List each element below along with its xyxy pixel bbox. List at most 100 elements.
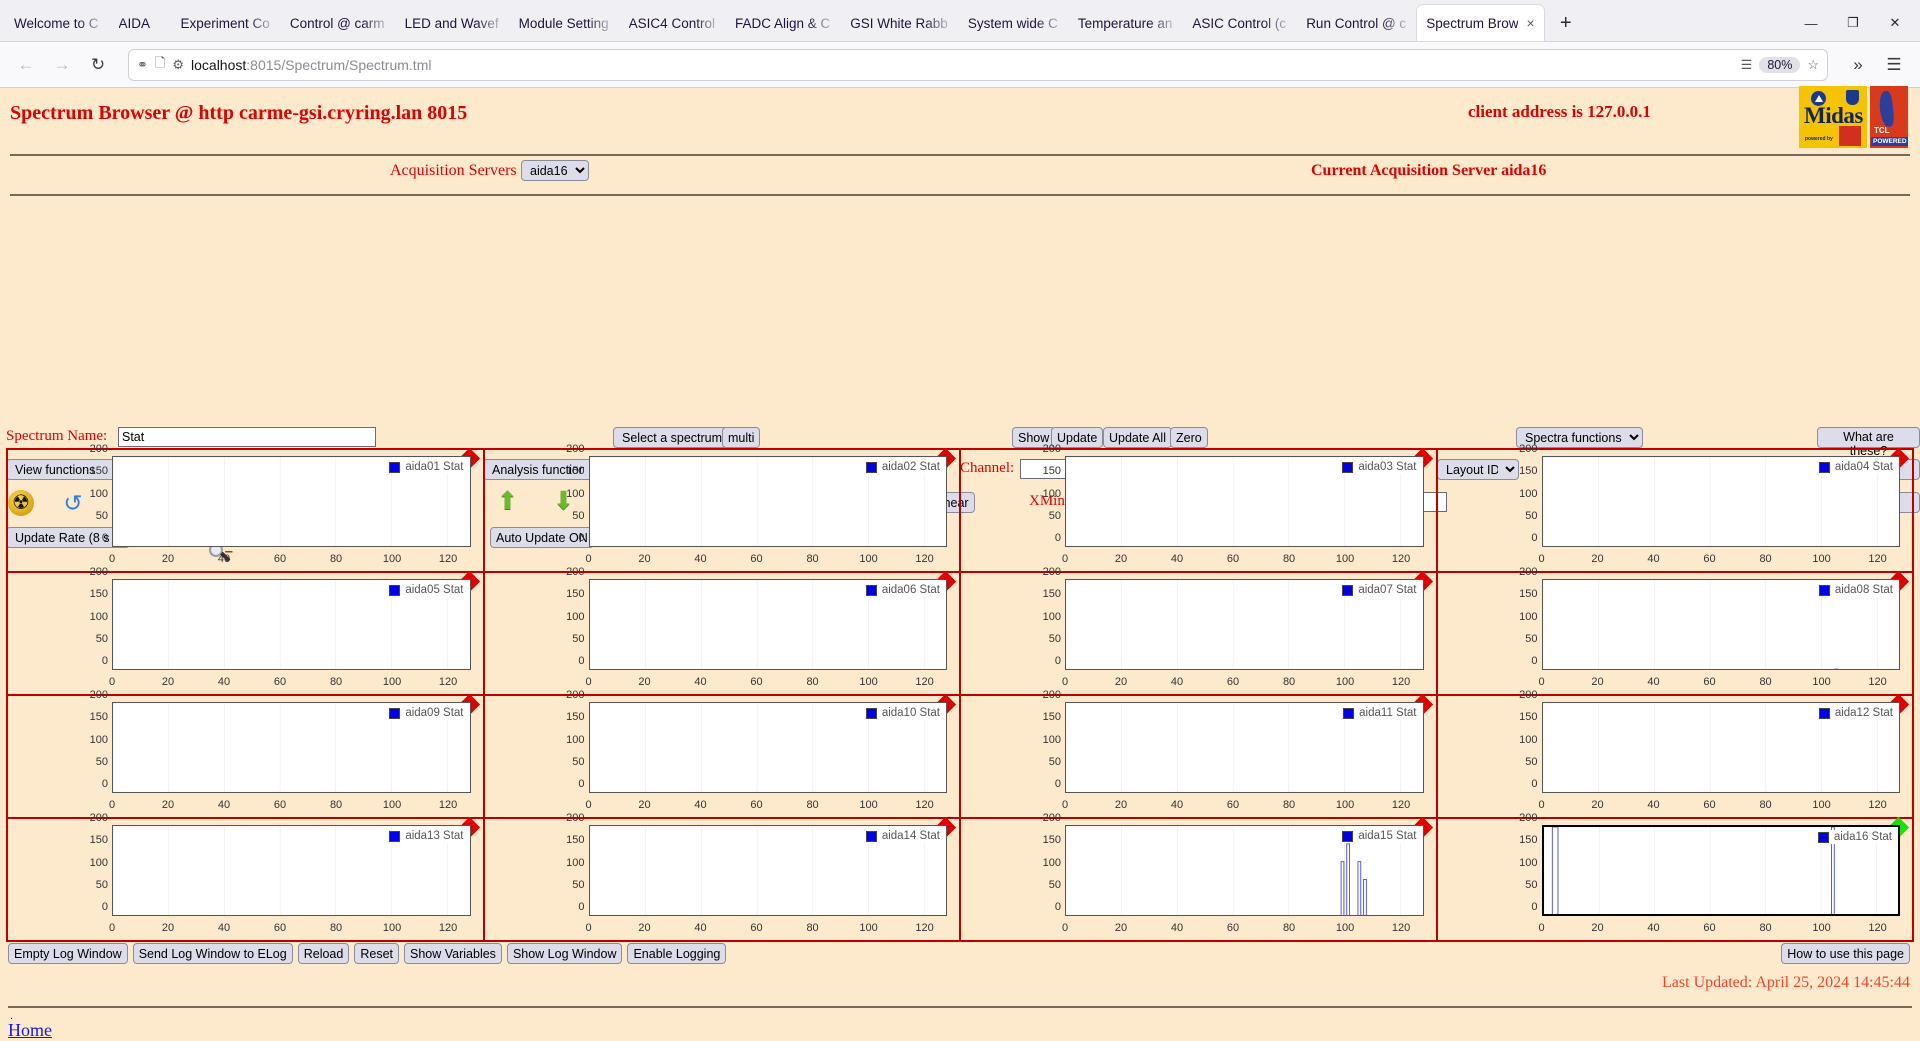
y-tick-label: 100	[566, 733, 585, 746]
legend-swatch	[1818, 461, 1830, 473]
spectrum-cell[interactable]: aida03 Stat 0 50 100 150 200 0 20 40 60 80 100 120	[961, 443, 1438, 571]
spectrum-cell[interactable]: aida14 Stat 0 50 100 150 200 0 20 40 60 80 100 120	[485, 812, 961, 940]
browser-tab[interactable]: LED and Wavef	[396, 5, 508, 41]
browser-tab[interactable]: Spectrum Brow ×	[1417, 5, 1544, 41]
reader-view-icon[interactable]: ☰	[1741, 57, 1753, 73]
plot-canvas[interactable]: aida09 Stat	[112, 702, 471, 793]
x-tick-label: 120	[438, 676, 458, 688]
zero-button[interactable]: Zero	[1170, 427, 1208, 448]
close-window-button[interactable]: ✕	[1874, 5, 1916, 41]
hamburger-menu-icon[interactable]: ☰	[1878, 49, 1910, 81]
plot-canvas[interactable]: aida16 Stat	[1541, 825, 1900, 916]
y-tick-label: 200	[89, 566, 108, 578]
spectrum-cell[interactable]: aida07 Stat 0 50 100 150 200 0 20 40 60 80 100 120	[961, 566, 1438, 694]
plot-canvas[interactable]: aida06 Stat	[588, 579, 947, 670]
spectrum-cell[interactable]: aida15 Stat 0 50 100 150 200 0 20 40 60 80 100 120	[961, 812, 1438, 940]
y-tick-label: 0	[578, 655, 585, 668]
spectrum-cell[interactable]: aida02 Stat 0 50 100 150 200 0 20 40 60 80 100 120	[485, 443, 961, 571]
y-tick-label: 200	[1519, 689, 1538, 701]
plot-canvas[interactable]: aida12 Stat	[1541, 702, 1900, 793]
x-tick-label: 80	[1759, 553, 1772, 565]
close-icon[interactable]: ×	[1518, 16, 1534, 30]
minimize-button[interactable]: —	[1790, 5, 1832, 41]
bookmark-star-icon[interactable]: ☆	[1807, 57, 1819, 73]
browser-tab[interactable]: Module Setting	[510, 5, 618, 41]
plot-canvas[interactable]: aida14 Stat	[588, 825, 947, 916]
spectrum-cell[interactable]: aida05 Stat 0 50 100 150 200 0 20 40 60 80 100 120	[8, 566, 485, 694]
y-tick-label: 0	[578, 532, 585, 545]
browser-tab[interactable]: ASIC Control (c	[1183, 5, 1295, 41]
x-tick-label: 40	[217, 676, 231, 688]
plot-canvas[interactable]: aida10 Stat	[588, 702, 947, 793]
y-tick-label: 0	[1054, 778, 1061, 791]
spectrum-cell[interactable]: aida10 Stat 0 50 100 150 200 0 20 40 60 80 100 120	[485, 689, 961, 817]
home-link[interactable]: Home	[8, 1020, 52, 1041]
plot-canvas[interactable]: aida05 Stat	[112, 579, 471, 670]
spectrum-name-input[interactable]	[118, 427, 376, 447]
new-tab-button[interactable]: +	[1551, 8, 1581, 38]
plot-canvas[interactable]: aida11 Stat	[1065, 702, 1424, 793]
shield-icon: ⚭	[137, 56, 148, 72]
y-tick-label: 150	[1042, 465, 1061, 478]
spectrum-cell[interactable]: aida13 Stat 0 50 100 150 200 0 20 40 60 80 100 120	[8, 812, 485, 940]
maximize-button[interactable]: ❐	[1832, 5, 1874, 41]
footer-button[interactable]: Empty Log Window	[8, 943, 128, 964]
footer-button[interactable]: Reload	[297, 943, 350, 964]
footer-button[interactable]: Show Log Window	[506, 943, 623, 964]
plot-legend: aida02 Stat	[862, 460, 943, 474]
plot-canvas[interactable]: aida07 Stat	[1065, 579, 1424, 670]
spectrum-cell[interactable]: aida08 Stat 0 50 100 150 200 0 20 40 60 80 100 120	[1438, 566, 1913, 694]
footer-button[interactable]: Enable Logging	[627, 943, 727, 964]
url-bar[interactable]: ⚭ 🗋 ⚙ localhost:8015/Spectrum/Spectrum.t…	[128, 48, 1828, 81]
footer-button[interactable]: Reset	[354, 943, 399, 964]
plot-canvas[interactable]: aida13 Stat	[112, 825, 471, 916]
acquisition-server-select[interactable]: aida16	[521, 160, 589, 181]
plot-area: aida02 Stat 0 50 100 150 200 0 20 40 60 80 100 120	[566, 443, 947, 567]
what-are-these-button-1[interactable]: What are these?	[1817, 427, 1920, 458]
y-tick-label: 150	[89, 588, 108, 601]
spectrum-cell[interactable]: aida09 Stat 0 50 100 150 200 0 20 40 60 80 100 120	[8, 689, 485, 817]
zoom-level-badge[interactable]: 80%	[1759, 56, 1801, 73]
browser-tab[interactable]: GSI White Rabb	[841, 5, 957, 41]
y-tick-label: 150	[566, 588, 585, 601]
reload-button[interactable]: ↻	[82, 49, 114, 81]
legend-label: aida05 Stat	[405, 584, 464, 596]
plot-canvas[interactable]: aida15 Stat	[1065, 825, 1424, 916]
x-tick-label: 40	[1647, 553, 1660, 565]
multi-button[interactable]: multi	[722, 427, 761, 448]
browser-tab[interactable]: FADC Align & C	[726, 5, 839, 41]
spectrum-cell[interactable]: aida04 Stat 0 50 100 150 200 0 20 40 60 80 100 120	[1438, 443, 1913, 571]
spectrum-cell[interactable]: aida11 Stat 0 50 100 150 200 0 20 40 60 80 100 120	[961, 689, 1438, 817]
spectrum-cell[interactable]: aida12 Stat 0 50 100 150 200 0 20 40 60 80 100 120	[1438, 689, 1913, 817]
update-all-button[interactable]: Update All	[1103, 427, 1172, 448]
x-tick-label: 20	[638, 553, 651, 565]
x-tick-label: 20	[1114, 922, 1128, 934]
browser-tab[interactable]: Welcome to C	[5, 5, 108, 41]
x-tick-label: 120	[915, 799, 934, 811]
y-tick-label: 0	[578, 901, 585, 914]
overflow-chevron-icon[interactable]: »	[1842, 49, 1874, 81]
spectrum-cell[interactable]: aida16 Stat 0 50 100 150 200 0 20 40 60 80 100 120	[1438, 812, 1913, 940]
plot-canvas[interactable]: aida04 Stat	[1541, 456, 1900, 547]
browser-tab[interactable]: System wide C	[959, 5, 1067, 41]
browser-tab[interactable]: ASIC4 Control	[620, 5, 724, 41]
plot-legend: aida10 Stat	[862, 706, 943, 720]
plot-canvas[interactable]: aida02 Stat	[588, 456, 947, 547]
plot-area: aida15 Stat 0 50 100 150 200 0 20 40 60 80 100 120	[1043, 812, 1424, 936]
forward-button[interactable]: →	[46, 49, 78, 81]
browser-tab[interactable]: Experiment Co	[172, 5, 279, 41]
browser-tab[interactable]: AIDA	[110, 5, 170, 41]
browser-tab[interactable]: Control @ carm	[281, 5, 394, 41]
browser-tab[interactable]: Run Control @ c	[1297, 5, 1415, 41]
plot-canvas[interactable]: aida08 Stat	[1541, 579, 1900, 670]
footer-button[interactable]: Show Variables	[404, 943, 502, 964]
spectrum-cell[interactable]: aida01 Stat 0 50 100 150 200 0 20 40 60 80 100 120	[8, 443, 485, 571]
back-button[interactable]: ←	[10, 49, 42, 81]
footer-button[interactable]: Send Log Window to ELog	[132, 943, 293, 964]
legend-label: aida11 Stat	[1359, 707, 1417, 719]
spectrum-cell[interactable]: aida06 Stat 0 50 100 150 200 0 20 40 60 80 100 120	[485, 566, 961, 694]
plot-canvas[interactable]: aida03 Stat	[1065, 456, 1424, 547]
plot-canvas[interactable]: aida01 Stat	[112, 456, 471, 547]
how-to-use-button[interactable]: How to use this page	[1781, 943, 1910, 964]
browser-tab[interactable]: Temperature an	[1069, 5, 1182, 41]
